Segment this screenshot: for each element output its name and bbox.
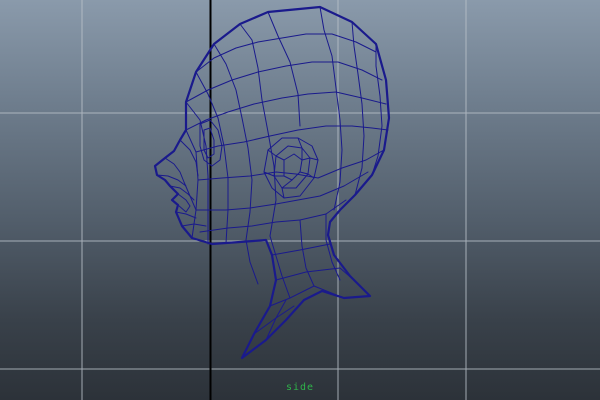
camera-name-label: side xyxy=(285,382,315,393)
head-wire-edges xyxy=(156,6,389,341)
ear-loop xyxy=(263,137,319,199)
eye-socket xyxy=(199,119,223,167)
head-wireframe-model[interactable] xyxy=(0,0,600,400)
side-viewport[interactable]: side xyxy=(0,0,600,400)
